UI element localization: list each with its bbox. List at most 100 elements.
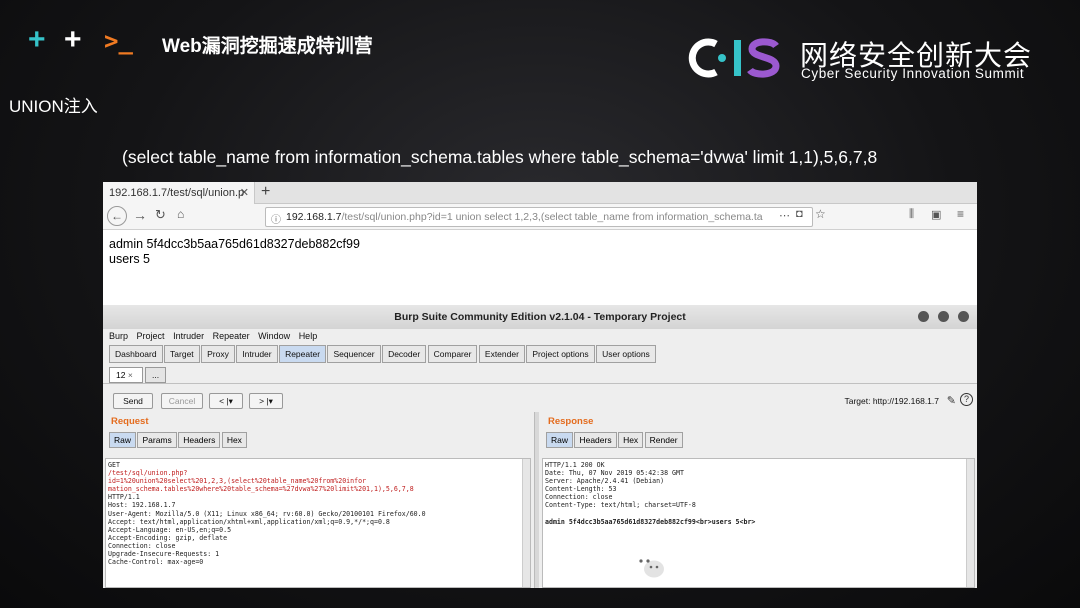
more-icon[interactable]: ⋯ — [779, 209, 790, 222]
url-bar[interactable]: ⓘ 192.168.1.7/test/sql/union.php?id=1 un… — [265, 207, 813, 227]
new-tab-button[interactable]: + — [261, 183, 270, 201]
send-button[interactable]: Send — [113, 393, 153, 409]
response-line: Content-Length: 53 — [545, 485, 617, 494]
request-line: Cache-Control: max-age=0 — [108, 558, 204, 567]
response-tabs: Raw Headers Hex Render — [540, 430, 977, 448]
repeater-tab-label: 12 — [116, 370, 126, 380]
burp-window: Burp Suite Community Edition v2.1.04 - T… — [103, 305, 977, 588]
response-line: Server: Apache/2.4.41 (Debian) — [545, 477, 665, 486]
info-icon[interactable]: ⓘ — [271, 211, 281, 226]
response-tab-raw[interactable]: Raw — [546, 432, 574, 448]
close-subtab-icon[interactable]: × — [128, 370, 133, 380]
plus-icon-teal: + — [28, 23, 46, 56]
menu-project[interactable]: Project — [137, 331, 165, 341]
repeater-toolbar: Send Cancel < |▾ > |▾ Target: http://192… — [103, 384, 977, 414]
forward-icon[interactable]: → — [133, 207, 147, 223]
burp-title: Burp Suite Community Edition v2.1.04 - T… — [394, 311, 686, 323]
request-line: Host: 192.168.1.7 — [108, 501, 176, 510]
help-icon[interactable]: ? — [960, 393, 973, 406]
response-tab-render[interactable]: Render — [644, 432, 683, 448]
request-pane: Request Raw Params Headers Hex GET /test… — [103, 412, 533, 588]
tab-proxy[interactable]: Proxy — [201, 345, 235, 363]
browser-nav-bar: ← → ↻ ⌂ ⓘ 192.168.1.7/test/sql/union.php… — [103, 204, 977, 230]
menu-window[interactable]: Window — [258, 331, 290, 341]
plus-icon-white: + — [64, 23, 82, 56]
terminal-prompt-icon: >_ — [104, 27, 133, 55]
response-tab-headers[interactable]: Headers — [574, 432, 617, 448]
repeater-subtabs: 12 ×... — [103, 362, 977, 384]
menu-icon[interactable]: ≡ — [957, 207, 964, 221]
request-line: /test/sql/union.php? — [108, 469, 188, 478]
watermark-text: 公众号 · 计算机与网络 — [674, 555, 914, 581]
response-heading: Response — [548, 416, 594, 427]
pane-divider[interactable] — [534, 412, 539, 588]
burp-menu-bar: Burp Project Intruder Repeater Window He… — [103, 329, 977, 344]
url-host: 192.168.1.7 — [286, 211, 342, 223]
close-window-icon[interactable] — [958, 311, 969, 322]
forward-history-button[interactable]: > |▾ — [249, 393, 283, 409]
request-line: Upgrade-Insecure-Requests: 1 — [108, 550, 220, 559]
response-body-line: admin 5f4dcc3b5aa765d61d8327deb882cf99<b… — [545, 517, 756, 526]
edit-target-icon[interactable]: ✎ — [947, 394, 956, 407]
browser-tab[interactable]: 192.168.1.7/test/sql/union.p ✕ — [103, 182, 255, 204]
tab-target[interactable]: Target — [164, 345, 200, 363]
response-line — [545, 510, 972, 518]
tab-sequencer[interactable]: Sequencer — [327, 345, 381, 363]
response-scrollbar[interactable] — [966, 459, 974, 587]
burp-title-bar: Burp Suite Community Edition v2.1.04 - T… — [103, 305, 977, 329]
browser-tab-bar: 192.168.1.7/test/sql/union.p ✕ + — [103, 182, 977, 204]
home-icon[interactable]: ⌂ — [177, 207, 184, 221]
menu-repeater[interactable]: Repeater — [213, 331, 250, 341]
request-line: Accept-Language: en-US,en;q=0.5 — [108, 525, 232, 534]
new-repeater-tab[interactable]: ... — [145, 367, 167, 383]
request-line: Accept: text/html,application/xhtml+xml,… — [108, 517, 390, 526]
request-tab-hex[interactable]: Hex — [221, 432, 247, 448]
tab-user-options[interactable]: User options — [596, 345, 656, 363]
result-line-2: users 5 — [109, 252, 150, 266]
request-tab-params[interactable]: Params — [137, 432, 177, 448]
cis-logo — [688, 38, 780, 78]
request-heading: Request — [111, 416, 149, 427]
close-tab-icon[interactable]: ✕ — [240, 186, 249, 199]
repeater-tab-12[interactable]: 12 × — [109, 367, 143, 383]
burp-main-tabs: Dashboard Target Proxy Intruder Repeater… — [103, 344, 977, 363]
summit-name-en: Cyber Security Innovation Summit — [801, 66, 1025, 81]
target-label: Target: http://192.168.1.7 — [844, 396, 939, 406]
cancel-button[interactable]: Cancel — [161, 393, 203, 409]
tab-project-options[interactable]: Project options — [526, 345, 595, 363]
back-icon[interactable]: ← — [107, 206, 127, 226]
request-line: id=1%20union%20select%201,2,3,(select%20… — [108, 477, 367, 486]
menu-intruder[interactable]: Intruder — [173, 331, 204, 341]
maximize-icon[interactable] — [938, 311, 949, 322]
response-line: Connection: close — [545, 493, 613, 502]
request-line: mation_schema.tables%20where%20table_sch… — [108, 485, 414, 494]
tab-intruder[interactable]: Intruder — [236, 345, 278, 363]
sidebar-icon[interactable]: ▣ — [931, 208, 941, 221]
request-line: GET — [108, 461, 120, 469]
menu-burp[interactable]: Burp — [109, 331, 128, 341]
tab-comparer[interactable]: Comparer — [427, 345, 478, 363]
tab-decoder[interactable]: Decoder — [382, 345, 427, 363]
pocket-icon[interactable]: ◘ — [796, 208, 803, 220]
request-scrollbar[interactable] — [522, 459, 530, 587]
tab-repeater[interactable]: Repeater — [279, 345, 327, 363]
request-tab-raw[interactable]: Raw — [109, 432, 137, 448]
section-heading: UNION注入 — [9, 97, 98, 116]
minimize-icon[interactable] — [918, 311, 929, 322]
browser-screenshot: 192.168.1.7/test/sql/union.p ✕ + ← → ↻ ⌂… — [103, 182, 977, 588]
tab-extender[interactable]: Extender — [478, 345, 525, 363]
menu-help[interactable]: Help — [299, 331, 318, 341]
bookmark-star-icon[interactable]: ☆ — [815, 207, 826, 221]
back-history-button[interactable]: < |▾ — [209, 393, 243, 409]
response-line: HTTP/1.1 200 OK — [545, 461, 605, 469]
result-line-1: admin 5f4dcc3b5aa765d61d8327deb882cf99 — [109, 237, 360, 251]
request-line: Connection: close — [108, 541, 176, 550]
tab-dashboard[interactable]: Dashboard — [109, 345, 163, 363]
reload-icon[interactable]: ↻ — [155, 207, 166, 223]
request-tabs: Raw Params Headers Hex — [103, 430, 533, 448]
request-tab-headers[interactable]: Headers — [178, 432, 221, 448]
library-icon[interactable]: ⫼ — [909, 208, 914, 221]
request-line: HTTP/1.1 — [108, 493, 140, 502]
request-editor[interactable]: GET /test/sql/union.php? id=1%20union%20… — [105, 458, 531, 588]
response-tab-hex[interactable]: Hex — [618, 432, 644, 448]
